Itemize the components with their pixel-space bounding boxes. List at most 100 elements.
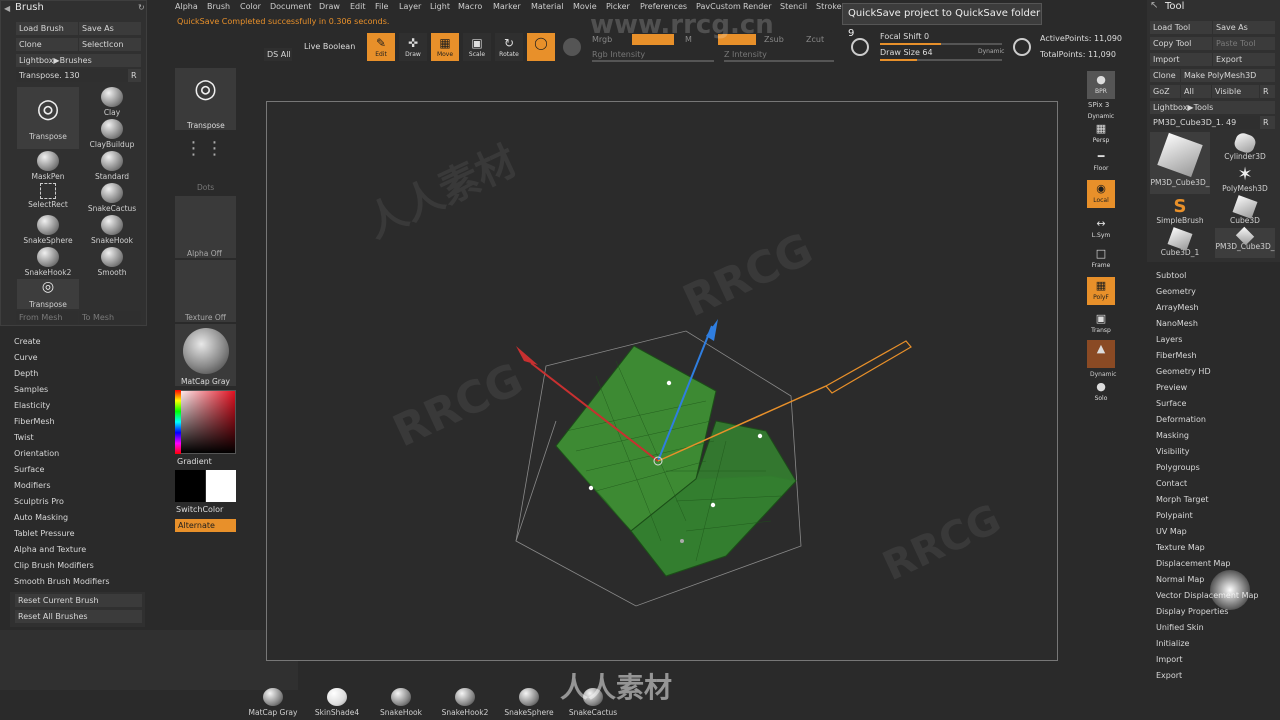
move-button[interactable]: ▦ Move (431, 33, 459, 61)
brush-smooth-tile[interactable]: Smooth (81, 247, 143, 277)
focal-shift-label[interactable]: Focal Shift 0 (880, 32, 929, 41)
menu-alpha[interactable]: Alpha (175, 2, 198, 11)
brush-menu-fibermesh[interactable]: FiberMesh (14, 414, 144, 430)
save-as-brush-button[interactable]: Save As (79, 22, 141, 35)
persp-button[interactable]: Dynamic ▦ Persp (1087, 113, 1115, 144)
cube-mesh[interactable] (555, 345, 797, 577)
from-mesh-button[interactable]: From Mesh (16, 311, 78, 324)
brush-menu-create[interactable]: Create (14, 334, 144, 350)
goz-visible-button[interactable]: Visible (1212, 85, 1259, 98)
brush-selectrect-tile[interactable]: SelectRect (17, 183, 79, 213)
sphere-icon[interactable] (563, 38, 581, 56)
tool-menu-masking[interactable]: Masking (1156, 428, 1276, 444)
dynamic-label[interactable]: Dynamic (978, 48, 1004, 55)
menu-material[interactable]: Material (531, 2, 564, 11)
menu-stroke[interactable]: Stroke (816, 2, 842, 11)
alpha-tile[interactable]: Alpha Off (175, 196, 236, 258)
tool-r-button[interactable]: R (1260, 116, 1275, 129)
floor-button[interactable]: ━ Floor (1087, 148, 1115, 176)
goz-button[interactable]: GoZ (1150, 85, 1180, 98)
menu-file[interactable]: File (375, 2, 388, 11)
load-brush-button[interactable]: Load Brush (16, 22, 78, 35)
brush-menu-auto-masking[interactable]: Auto Masking (14, 510, 144, 526)
brush-menu-clip-modifiers[interactable]: Clip Brush Modifiers (14, 558, 144, 574)
stroke-tile[interactable]: ⋮⋮ Dots (175, 134, 236, 192)
tool-menu-nanomesh[interactable]: NanoMesh (1156, 316, 1276, 332)
scale-button[interactable]: ▣ Scale (463, 33, 491, 61)
brush-clay-tile[interactable]: Clay (81, 87, 143, 117)
tool-menu-export[interactable]: Export (1156, 668, 1276, 684)
tool-menu-fibermesh[interactable]: FiberMesh (1156, 348, 1276, 364)
menu-brush[interactable]: Brush (207, 2, 230, 11)
tool-menu-polypaint[interactable]: Polypaint (1156, 508, 1276, 524)
ghost-button[interactable]: ▲ (1087, 340, 1115, 368)
brush-menu-depth[interactable]: Depth (14, 366, 144, 382)
rgb-intensity[interactable]: Rgb Intensity (592, 50, 645, 59)
load-tool-button[interactable]: Load Tool (1150, 21, 1212, 34)
menu-layer[interactable]: Layer (399, 2, 421, 11)
focal-shift-slider[interactable] (880, 43, 1002, 45)
solo-button[interactable]: ● Solo (1087, 378, 1115, 406)
menu-macro[interactable]: Macro (458, 2, 482, 11)
focal-shift-icon[interactable] (851, 38, 869, 56)
refresh-icon[interactable]: ↻ (138, 3, 145, 12)
brush-snakehook2-tile[interactable]: SnakeHook2 (17, 247, 79, 277)
brush-snakehook-tile[interactable]: SnakeHook (81, 215, 143, 245)
gizmo-button[interactable]: ◯ (527, 33, 555, 61)
brush-menu-tablet-pressure[interactable]: Tablet Pressure (14, 526, 144, 542)
menu-marker[interactable]: Marker (493, 2, 521, 11)
live-boolean-button[interactable]: Live Boolean (304, 42, 355, 51)
export-tool-button[interactable]: Export (1213, 53, 1275, 66)
shelf-snakesphere[interactable]: SnakeSphere (494, 688, 564, 717)
brush-menu-modifiers[interactable]: Modifiers (14, 478, 144, 494)
draw-size-icon[interactable] (1013, 38, 1031, 56)
tool-cube3d1-tile[interactable]: Cube3D_1 (1150, 227, 1210, 258)
brush-menu-samples[interactable]: Samples (14, 382, 144, 398)
material-tile[interactable]: MatCap Gray (175, 324, 236, 386)
menu-light[interactable]: Light (430, 2, 450, 11)
menu-draw[interactable]: Draw (319, 2, 340, 11)
lsym-button[interactable]: ↔ L.Sym (1087, 215, 1115, 243)
tool-polymesh3d-tile[interactable]: ✶ PolyMesh3D (1215, 164, 1275, 194)
brush-standard-tile[interactable]: Standard (81, 151, 143, 181)
brush-transpose-tile[interactable]: ◎ Transpose (17, 87, 79, 149)
zcut-button[interactable]: Zcut (806, 35, 824, 44)
tool-cylinder3d-tile[interactable]: Cylinder3D (1215, 131, 1275, 162)
frame-button[interactable]: □ Frame (1087, 245, 1115, 273)
tool-pm3d-cube2-tile[interactable]: PM3D_Cube3D_ (1215, 226, 1275, 258)
menu-color[interactable]: Color (240, 2, 261, 11)
brush-menu-orientation[interactable]: Orientation (14, 446, 144, 462)
clone-tool-button[interactable]: Clone (1150, 69, 1180, 82)
rgb-intensity-slider[interactable] (592, 60, 714, 62)
draw-size-label[interactable]: Draw Size 64 (880, 48, 933, 57)
z-intensity[interactable]: Z Intensity (724, 50, 767, 59)
secondary-color-swatch[interactable] (175, 470, 205, 502)
brush-transpose2-tile[interactable]: ◎ Transpose (17, 279, 79, 309)
local-button[interactable]: ◉ Local (1087, 180, 1115, 208)
reset-all-brushes-button[interactable]: Reset All Brushes (15, 610, 142, 623)
brush-menu-elasticity[interactable]: Elasticity (14, 398, 144, 414)
brush-menu-twist[interactable]: Twist (14, 430, 144, 446)
edit-button[interactable]: ✎ Edit (367, 33, 395, 61)
palette-collapse-icon[interactable]: ◀ (4, 4, 10, 13)
tool-menu-displacement-map[interactable]: Displacement Map (1156, 556, 1276, 572)
tool-simplebrush-tile[interactable]: S SimpleBrush (1150, 196, 1210, 226)
tool-menu-texture-map[interactable]: Texture Map (1156, 540, 1276, 556)
tool-menu-initialize[interactable]: Initialize (1156, 636, 1276, 652)
switch-color-button[interactable]: SwitchColor (176, 505, 223, 514)
brush-menu-alpha-texture[interactable]: Alpha and Texture (14, 542, 144, 558)
select-icon-button[interactable]: SelectIcon (79, 38, 141, 51)
transp-button[interactable]: ▣ Transp (1087, 310, 1115, 338)
rotate-button[interactable]: ↻ Rotate (495, 33, 523, 61)
draw-size-slider[interactable] (880, 59, 1002, 61)
goz-all-button[interactable]: All (1181, 85, 1211, 98)
paste-tool-button[interactable]: Paste Tool (1213, 37, 1275, 50)
tool-collapse-icon[interactable]: ↖ (1150, 0, 1158, 11)
make-polymesh3d-button[interactable]: Make PolyMesh3D (1181, 69, 1275, 82)
goz-r-button[interactable]: R (1260, 85, 1275, 98)
tool-menu-geometry-hd[interactable]: Geometry HD (1156, 364, 1276, 380)
brush-menu-curve[interactable]: Curve (14, 350, 144, 366)
tool-menu-polygroups[interactable]: Polygroups (1156, 460, 1276, 476)
shelf-snakehook2[interactable]: SnakeHook2 (430, 688, 500, 717)
ds-all-button[interactable]: DS All (264, 48, 292, 61)
